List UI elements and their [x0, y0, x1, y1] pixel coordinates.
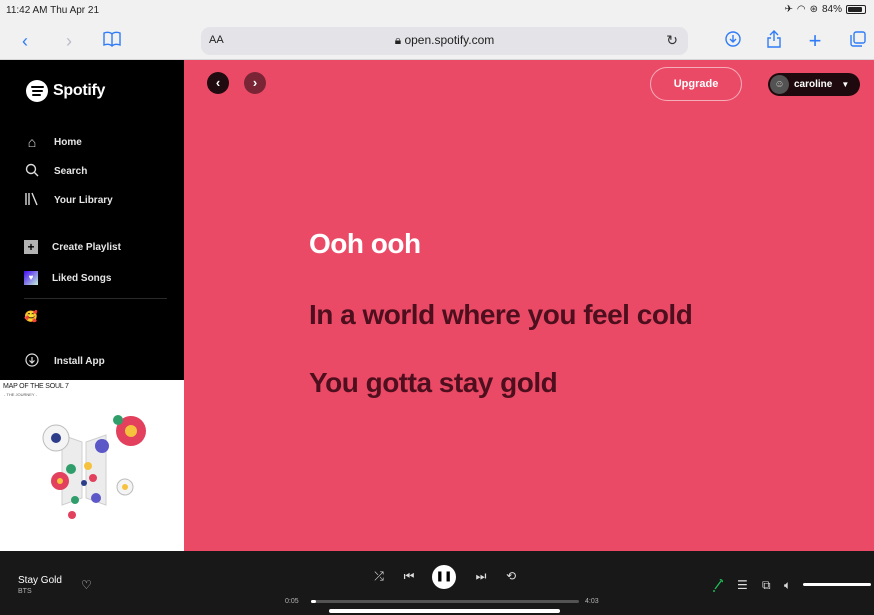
sidebar-item-home[interactable]: ⌂ Home [24, 134, 82, 150]
battery-percent: 84% [821, 4, 842, 15]
lyric-line[interactable]: In a world where you feel cold [309, 299, 693, 331]
spotify-icon [26, 80, 48, 102]
sidebar-item-search[interactable]: Search [24, 163, 87, 179]
now-playing-bar: Stay Gold BTS ♡ ⤮ ⏮︎ ❚❚ ⏭︎ ⟲ 0:05 4:03 ☰… [0, 551, 874, 615]
tabs-icon[interactable] [848, 30, 868, 52]
lyrics-view: ‹ › Upgrade ☺ caroline ▼ Ooh ooh In a wo… [184, 60, 874, 551]
upgrade-button[interactable]: Upgrade [650, 67, 742, 101]
connect-device-icon[interactable]: ⧉ [762, 578, 771, 593]
download-circle-icon [24, 353, 40, 369]
spotify-wordmark: Spotify [53, 82, 106, 99]
volume-slider[interactable] [803, 583, 871, 586]
lock-icon: 🔒︎ [394, 33, 402, 47]
nav-back-button[interactable]: ‹ [207, 72, 229, 94]
caret-down-icon: ▼ [841, 80, 850, 89]
install-app-label: Install App [54, 355, 105, 367]
forward-icon[interactable]: › [60, 30, 78, 52]
like-heart-icon[interactable]: ♡ [81, 578, 92, 592]
sidebar-item-library[interactable]: Your Library [24, 192, 113, 208]
share-icon[interactable] [765, 30, 783, 52]
queue-icon[interactable]: ☰ [737, 578, 748, 592]
create-playlist-label: Create Playlist [52, 241, 121, 253]
liked-songs-button[interactable]: ♥ Liked Songs [24, 271, 111, 285]
lyrics-mic-icon[interactable] [712, 578, 724, 595]
bookmarks-icon[interactable] [101, 30, 123, 52]
status-time: 11:42 AM Thu Apr 21 [6, 5, 100, 16]
shuffle-icon[interactable]: ⤮ [371, 569, 387, 584]
progress-bar[interactable] [311, 600, 579, 603]
duration-time: 4:03 [585, 598, 599, 605]
url-text[interactable]: 🔒︎ open.spotify.com [201, 33, 688, 48]
now-playing-album-art[interactable]: MAP OF THE SOUL 7 - THE JOURNEY - [0, 380, 184, 551]
create-playlist-button[interactable]: + Create Playlist [24, 240, 121, 254]
avatar: ☺ [770, 75, 789, 94]
previous-icon[interactable]: ⏮︎ [401, 569, 417, 584]
sidebar-item-label: Home [54, 136, 82, 148]
next-icon[interactable]: ⏭︎ [473, 569, 489, 584]
repeat-icon[interactable]: ⟲ [503, 569, 519, 583]
search-icon [24, 163, 40, 179]
ios-status-bar: 11:42 AM Thu Apr 21 ✈ ◠ ⊛ 84% [0, 0, 874, 22]
home-indicator[interactable] [329, 609, 560, 613]
status-indicators: ✈ ◠ ⊛ 84% [784, 4, 866, 15]
reload-icon[interactable]: ↻ [666, 32, 678, 49]
download-icon[interactable] [723, 30, 743, 52]
install-app-button[interactable]: Install App [24, 353, 105, 369]
battery-icon [846, 5, 866, 14]
airplane-icon: ✈ [784, 4, 793, 15]
album-artwork-image [42, 415, 146, 519]
pause-button[interactable]: ❚❚ [432, 565, 456, 589]
lyric-line[interactable]: You gotta stay gold [309, 367, 558, 399]
username: caroline [794, 79, 833, 90]
plus-icon: + [24, 240, 38, 254]
spotify-logo[interactable]: Spotify [26, 80, 105, 102]
orientation-lock-icon: ⊛ [809, 4, 818, 15]
library-icon [24, 192, 40, 208]
sidebar: Spotify ⌂ Home Search Your Library + Cre… [0, 60, 184, 551]
home-icon: ⌂ [27, 134, 37, 150]
sidebar-item-label: Search [54, 165, 88, 177]
safari-toolbar: ‹ › AA 🔒︎ open.spotify.com ↻ + [0, 22, 874, 60]
address-bar[interactable]: AA 🔒︎ open.spotify.com ↻ [201, 27, 688, 55]
heart-icon: ♥ [24, 271, 38, 285]
elapsed-time: 0:05 [285, 598, 299, 605]
lyric-line[interactable]: Ooh ooh [309, 228, 421, 260]
sidebar-item-label: Your Library [54, 194, 113, 206]
progress-fill [311, 600, 317, 603]
liked-songs-label: Liked Songs [52, 272, 112, 284]
playlist-item[interactable]: 🥰 [24, 310, 38, 323]
volume-icon[interactable]: 🔈︎ [784, 578, 791, 593]
sidebar-divider [24, 298, 167, 299]
track-title[interactable]: Stay Gold [18, 575, 62, 586]
user-menu-button[interactable]: ☺ caroline ▼ [768, 73, 860, 96]
wifi-icon: ◠ [796, 4, 806, 15]
nav-forward-button[interactable]: › [244, 72, 266, 94]
new-tab-icon[interactable]: + [806, 30, 824, 52]
back-icon[interactable]: ‹ [16, 30, 34, 52]
track-artist[interactable]: BTS [18, 588, 32, 595]
